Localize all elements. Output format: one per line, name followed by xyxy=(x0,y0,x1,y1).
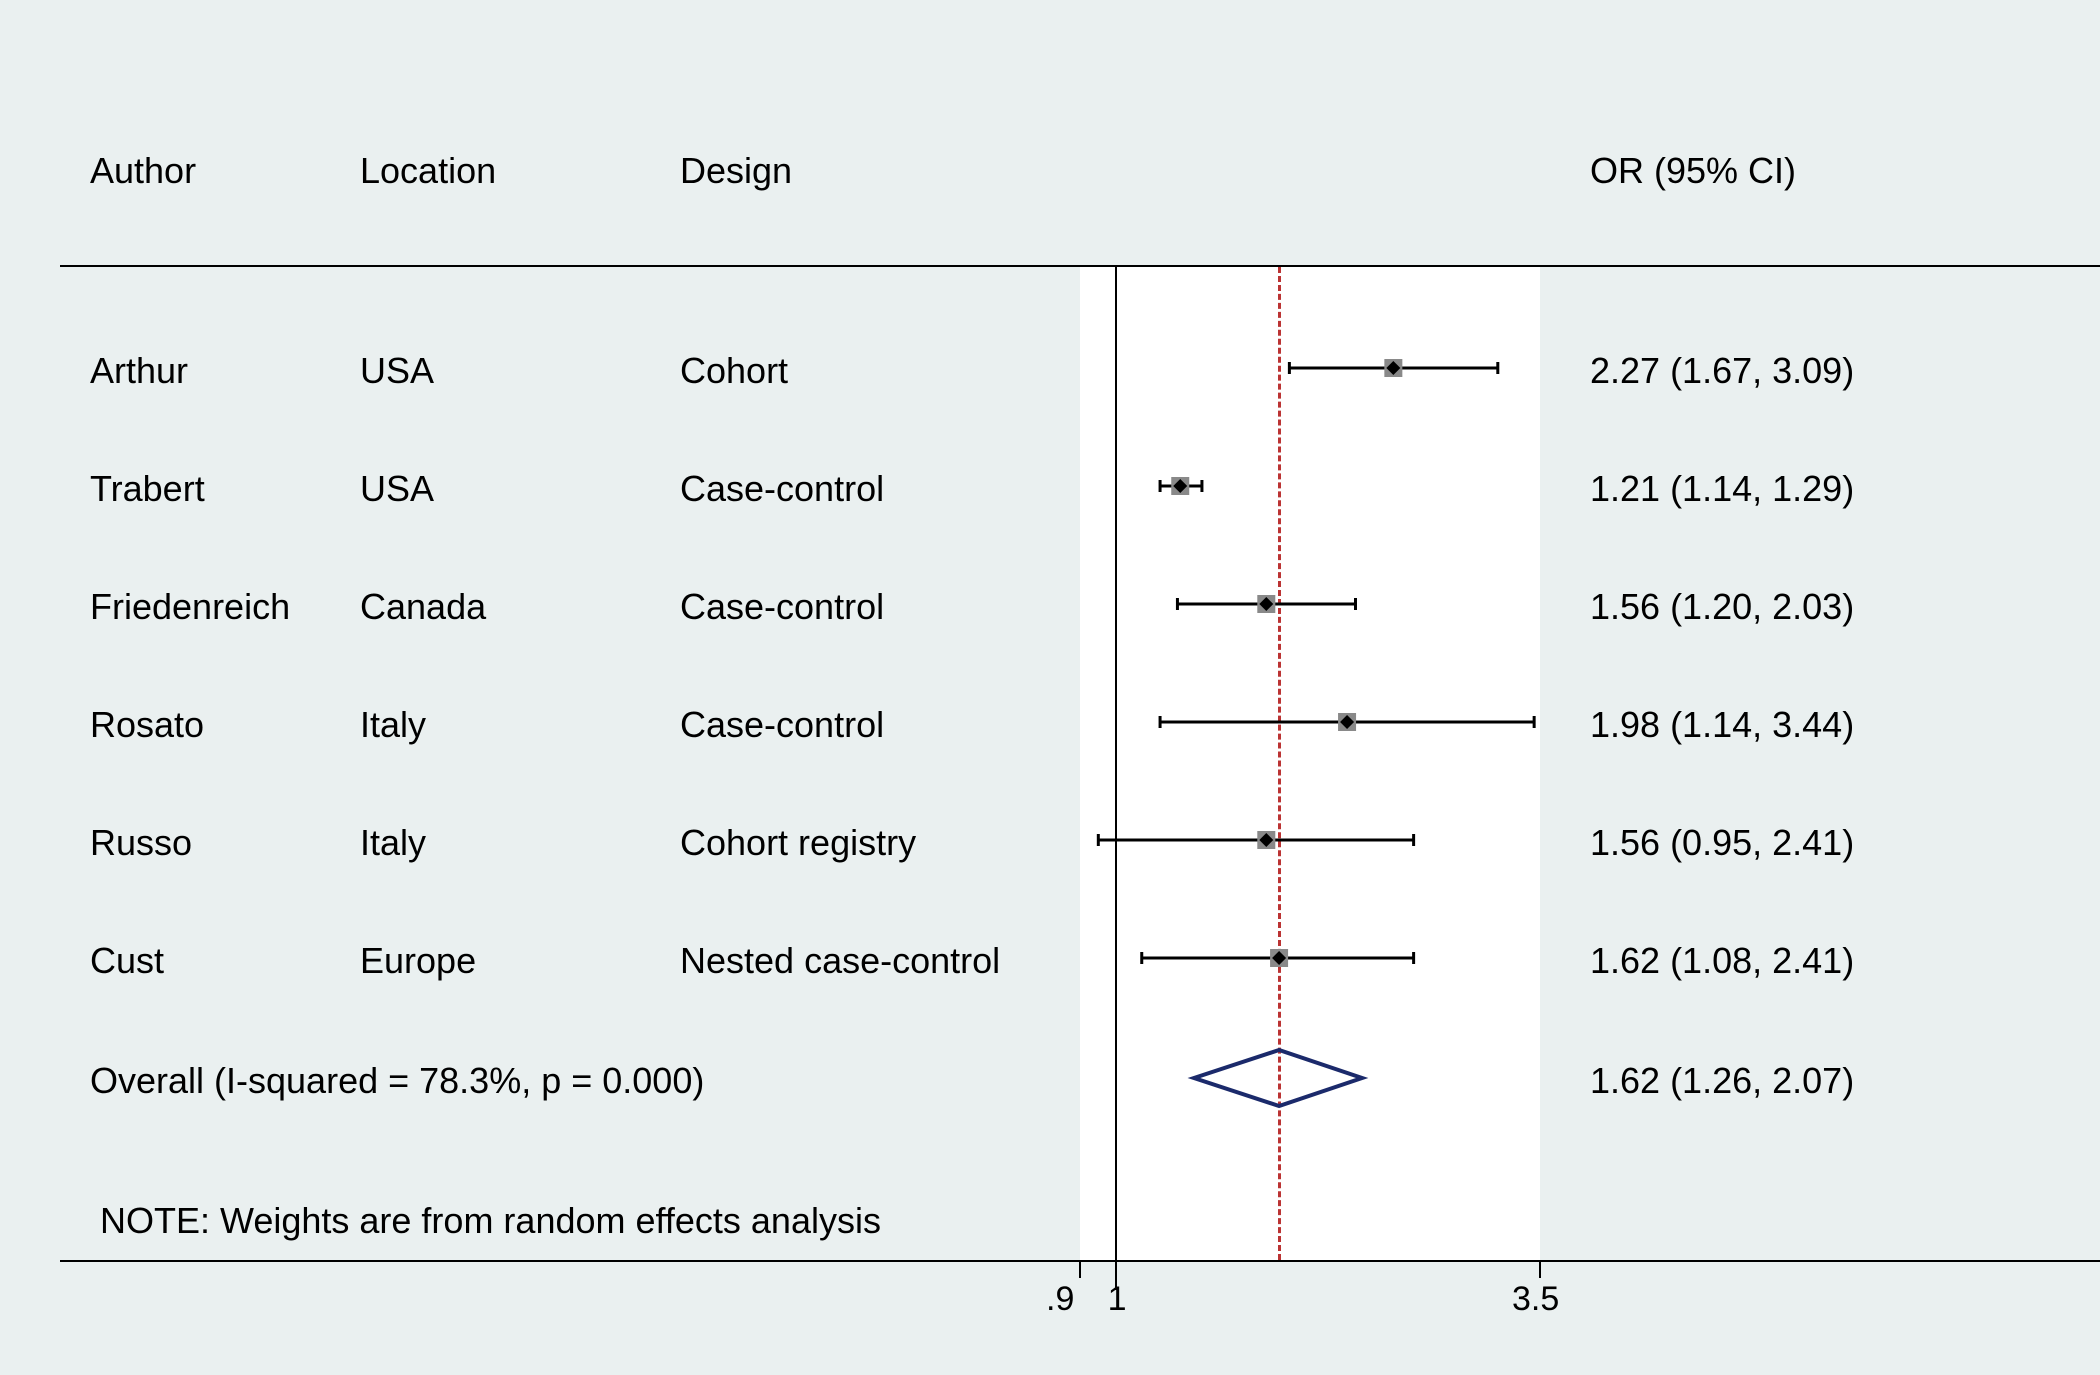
study-ci xyxy=(30,466,2100,506)
forest-plot: AuthorLocationDesignOR (95% CI)ArthurUSA… xyxy=(30,30,2070,1345)
col-header-author: Author xyxy=(90,150,196,192)
axis-tick-label: 1 xyxy=(1108,1280,1127,1319)
axis-tick xyxy=(1115,1260,1117,1278)
null-line xyxy=(1115,265,1117,1290)
study-ci xyxy=(30,938,2100,978)
study-ci xyxy=(30,584,2100,624)
axis-tick-label: .9 xyxy=(1046,1280,1074,1319)
col-header-design: Design xyxy=(680,150,792,192)
col-header-location: Location xyxy=(360,150,496,192)
weights-note: NOTE: Weights are from random effects an… xyxy=(100,1200,881,1242)
study-ci xyxy=(30,348,2100,388)
axis-tick xyxy=(1079,1260,1081,1278)
rule-top xyxy=(60,265,2100,267)
axis-tick xyxy=(1539,1260,1541,1278)
axis-tick-label: 3.5 xyxy=(1512,1280,1559,1319)
study-ci xyxy=(30,820,2100,860)
overall-diamond xyxy=(30,1038,2100,1118)
study-ci xyxy=(30,702,2100,742)
col-header-effect: OR (95% CI) xyxy=(1590,150,1796,192)
